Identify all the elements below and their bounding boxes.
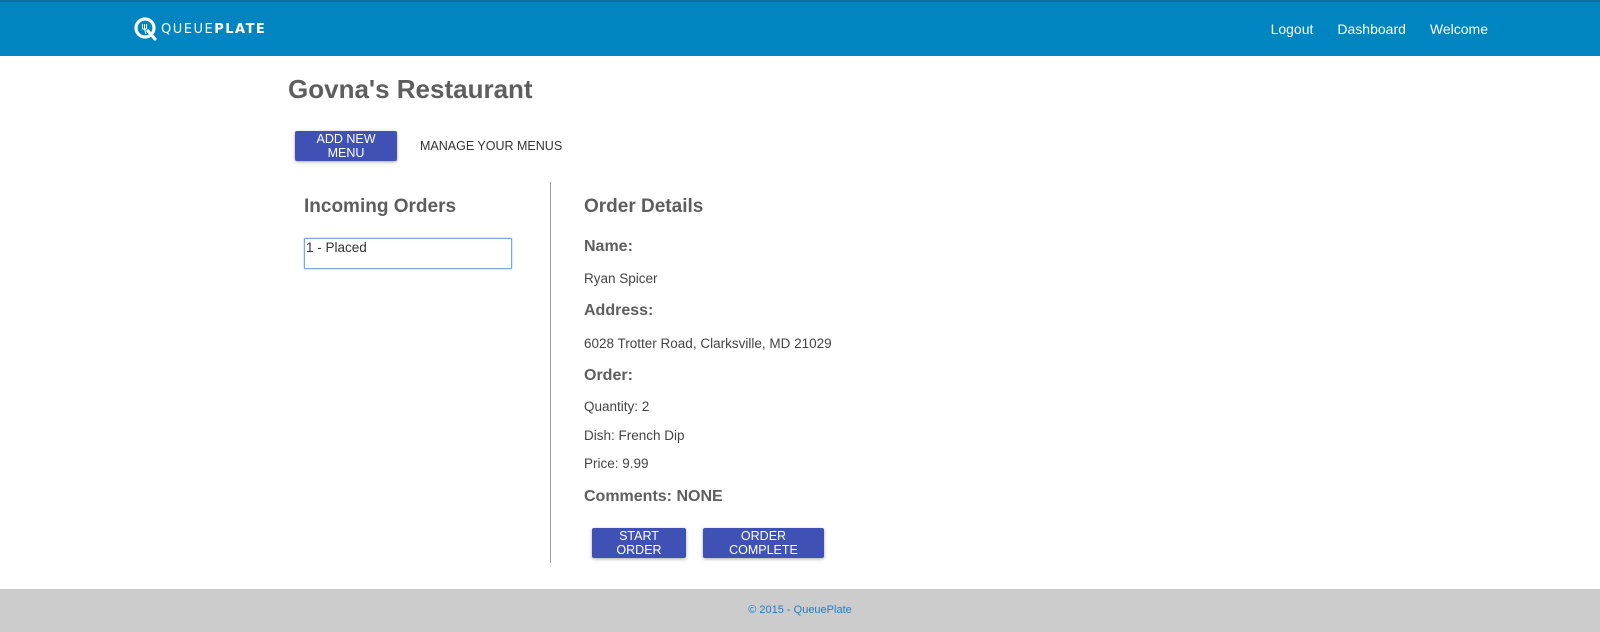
order-list-item[interactable]: 1 - Placed [305,239,511,255]
order-label: Order: [584,367,633,384]
add-new-menu-button[interactable]: ADD NEW MENU [295,131,397,161]
welcome-link[interactable]: Welcome [1430,21,1488,37]
order-price: Price: 9.99 [584,456,649,471]
customer-address: 6028 Trotter Road, Clarksville, MD 21029 [584,336,832,351]
order-comments: Comments: NONE [584,488,723,505]
dashboard-link[interactable]: Dashboard [1337,21,1406,37]
order-complete-button[interactable]: ORDER COMPLETE [703,528,824,558]
name-label: Name: [584,238,633,255]
order-details-title: Order Details [584,196,704,217]
brand-name-bold: PLATE [214,21,267,37]
brand-name: QUEUEPLATE [161,22,266,37]
brand-name-light: QUEUE [161,21,215,37]
logout-link[interactable]: Logout [1271,21,1314,37]
start-order-button[interactable]: START ORDER [592,528,686,558]
column-divider [550,182,551,563]
top-navbar: QUEUEPLATE Logout Dashboard Welcome [0,0,1600,56]
page-title: Govna's Restaurant [288,74,533,104]
incoming-orders-panel: Incoming Orders [304,196,544,218]
brand-logo[interactable]: QUEUEPLATE [134,16,266,42]
incoming-orders-list[interactable]: 1 - Placed [304,238,512,269]
page-footer: © 2015 - QueuePlate [0,589,1600,632]
footer-copyright: © 2015 - QueuePlate [748,604,852,616]
order-quantity: Quantity: 2 [584,399,650,414]
header-nav: Logout Dashboard Welcome [1271,21,1488,37]
customer-name: Ryan Spicer [584,271,658,286]
manage-menus-link[interactable]: MANAGE YOUR MENUS [420,139,562,153]
order-dish: Dish: French Dip [584,428,685,443]
queueplate-logo-icon [134,17,158,41]
address-label: Address: [584,302,654,319]
incoming-orders-title: Incoming Orders [304,196,457,217]
